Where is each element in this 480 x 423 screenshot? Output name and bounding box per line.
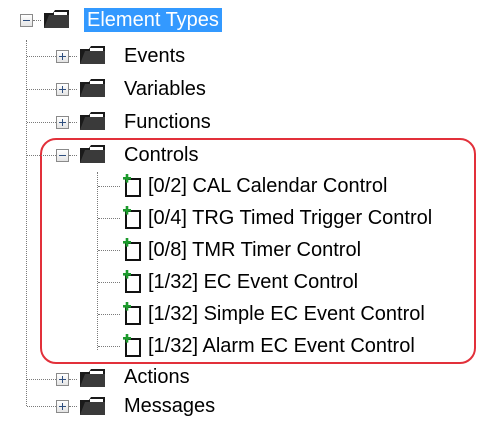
new-item-icon xyxy=(123,334,141,357)
tree-item-variables[interactable]: Variables xyxy=(124,77,206,101)
tree-item-events[interactable]: Events xyxy=(124,44,185,68)
folder-icon xyxy=(44,10,69,28)
folder-icon xyxy=(80,46,105,64)
tree-item-element-types[interactable]: Element Types xyxy=(84,8,222,32)
tree-item-control[interactable]: [1/32] Alarm EC Event Control xyxy=(148,334,415,358)
tree-item-control[interactable]: [1/32] Simple EC Event Control xyxy=(148,302,425,326)
expand-button-messages[interactable] xyxy=(56,400,69,413)
tree-connector xyxy=(98,346,120,347)
folder-icon xyxy=(80,369,105,387)
tree-connector xyxy=(98,282,120,283)
element-types-tree: Element Types Events Variables Functions xyxy=(0,0,480,423)
tree-item-controls[interactable]: Controls xyxy=(124,143,198,167)
open-folder-icon xyxy=(80,145,105,163)
folder-icon xyxy=(80,112,105,130)
new-item-icon xyxy=(123,206,141,229)
tree-connector xyxy=(69,155,77,156)
tree-connector xyxy=(27,89,56,90)
tree-connector xyxy=(69,122,77,123)
tree-connector xyxy=(98,218,120,219)
expand-button-variables[interactable] xyxy=(56,83,69,96)
tree-item-control[interactable]: [0/2] CAL Calendar Control xyxy=(148,174,387,198)
tree-connector xyxy=(69,56,77,57)
tree-item-control[interactable]: [0/8] TMR Timer Control xyxy=(148,238,361,262)
tree-connector xyxy=(27,56,56,57)
expand-button-functions[interactable] xyxy=(56,116,69,129)
new-item-icon xyxy=(123,270,141,293)
tree-connector xyxy=(98,314,120,315)
tree-item-functions[interactable]: Functions xyxy=(124,110,211,134)
tree-connector xyxy=(27,155,56,156)
new-item-icon xyxy=(123,302,141,325)
tree-connector xyxy=(98,186,120,187)
collapse-button-controls[interactable] xyxy=(56,149,69,162)
folder-icon xyxy=(80,397,105,415)
tree-item-control[interactable]: [1/32] EC Event Control xyxy=(148,270,358,294)
new-item-icon xyxy=(123,238,141,261)
new-item-icon xyxy=(123,174,141,197)
collapse-button-element-types[interactable] xyxy=(20,14,33,27)
folder-icon xyxy=(80,79,105,97)
tree-connector xyxy=(69,379,77,380)
tree-connector xyxy=(27,122,56,123)
tree-connector xyxy=(98,250,120,251)
tree-item-messages[interactable]: Messages xyxy=(124,394,215,418)
tree-connector xyxy=(69,406,77,407)
tree-item-actions[interactable]: Actions xyxy=(124,365,190,389)
expand-button-actions[interactable] xyxy=(56,373,69,386)
tree-item-control[interactable]: [0/4] TRG Timed Trigger Control xyxy=(148,206,432,230)
tree-connector xyxy=(27,379,56,380)
tree-connector xyxy=(27,406,56,407)
tree-connector xyxy=(26,40,27,406)
expand-button-events[interactable] xyxy=(56,50,69,63)
tree-connector xyxy=(33,20,41,21)
tree-connector xyxy=(69,89,77,90)
